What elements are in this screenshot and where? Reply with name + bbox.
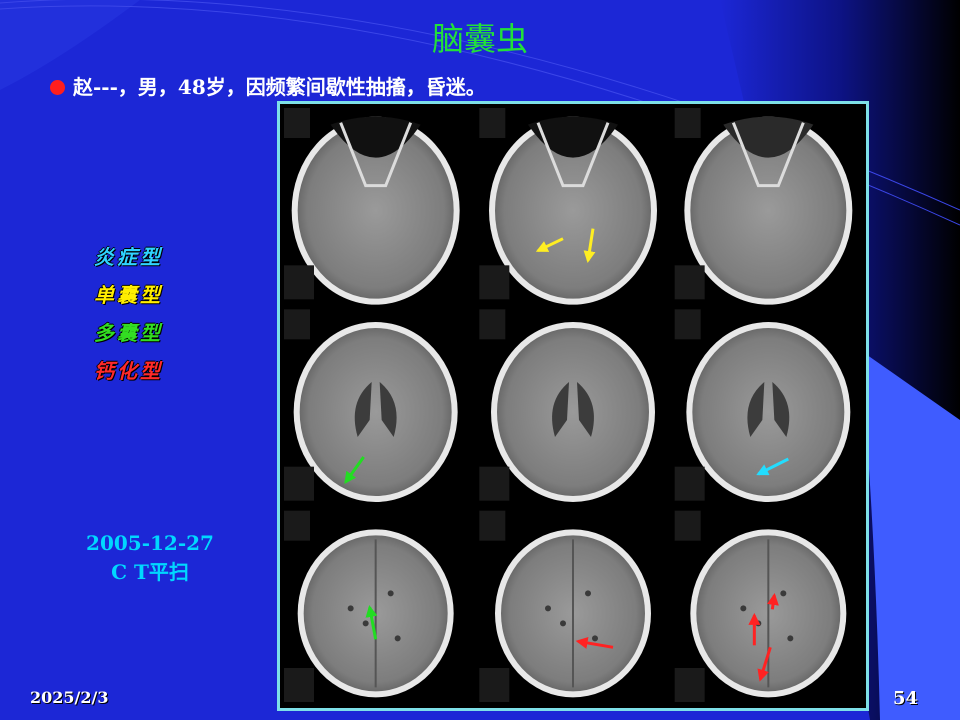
scan-label-block <box>674 309 701 340</box>
cyst-dot <box>387 590 394 597</box>
scan-label-block <box>284 265 314 300</box>
brain <box>299 328 452 496</box>
ct-slice-6 <box>674 309 851 502</box>
scan-label-block <box>284 108 310 138</box>
scan-label-block <box>674 668 705 702</box>
ct-slice-2 <box>479 108 657 305</box>
cyst-dot <box>740 605 747 612</box>
scan-label-block <box>674 265 705 300</box>
scan-type: C T平扫 <box>111 560 189 584</box>
type-inflammatory: 炎症型 <box>94 245 163 269</box>
cyst-dot <box>560 620 566 627</box>
cyst-dot <box>347 605 354 612</box>
ct-slice-4 <box>284 309 458 502</box>
cyst-dot <box>362 620 369 627</box>
arrow-red-icon <box>767 592 779 610</box>
scan-label-block <box>479 668 510 702</box>
patient-info: 赵---，男，48岁，因频繁间歇性抽搐，昏迷。 <box>50 71 486 100</box>
scan-info: 2005-12-27 C T平扫 <box>70 529 230 587</box>
ct-slice-1 <box>284 108 460 305</box>
scan-label-block <box>284 466 314 501</box>
scan-label-block <box>674 510 701 541</box>
scan-label-block <box>284 510 310 541</box>
cyst-dot <box>755 620 762 627</box>
footer-date: 2025/2/3 <box>30 688 109 707</box>
ct-slice-9 <box>674 510 847 702</box>
bullet-icon <box>50 80 65 95</box>
brain <box>497 328 649 496</box>
scan-label-block <box>674 466 705 501</box>
cyst-dot <box>780 590 787 597</box>
scan-label-block <box>284 668 314 702</box>
patient-info-text: 赵---，男，48岁，因频繁间歇性抽搐，昏迷。 <box>73 75 486 99</box>
page-number: 54 <box>893 688 919 709</box>
scan-label-block <box>479 108 506 138</box>
ct-slice-5 <box>479 309 655 502</box>
type-multi-cyst: 多囊型 <box>94 321 163 345</box>
cyst-dot <box>592 635 598 642</box>
brain <box>692 328 845 496</box>
scan-label-block <box>479 309 506 340</box>
ct-image-grid <box>284 108 853 702</box>
cyst-dot <box>545 605 551 612</box>
type-calcified: 钙化型 <box>94 359 163 383</box>
ct-slice-7 <box>284 510 454 702</box>
cyst-dot <box>787 635 794 642</box>
ct-image <box>277 101 869 711</box>
ct-slice-3 <box>674 108 853 305</box>
cyst-type-list: 炎症型 单囊型 多囊型 钙化型 <box>94 242 163 394</box>
scan-label-block <box>479 510 506 541</box>
scan-label-block <box>479 466 510 501</box>
type-single-cyst: 单囊型 <box>94 283 163 307</box>
scan-label-block <box>284 309 310 340</box>
scan-date: 2005-12-27 <box>86 531 214 555</box>
scan-label-block <box>674 108 701 138</box>
slide-title: 脑囊虫 <box>431 20 528 58</box>
ct-slice-8 <box>479 510 651 702</box>
cyst-dot <box>585 590 591 597</box>
cyst-dot <box>394 635 401 642</box>
scan-label-block <box>479 265 510 300</box>
